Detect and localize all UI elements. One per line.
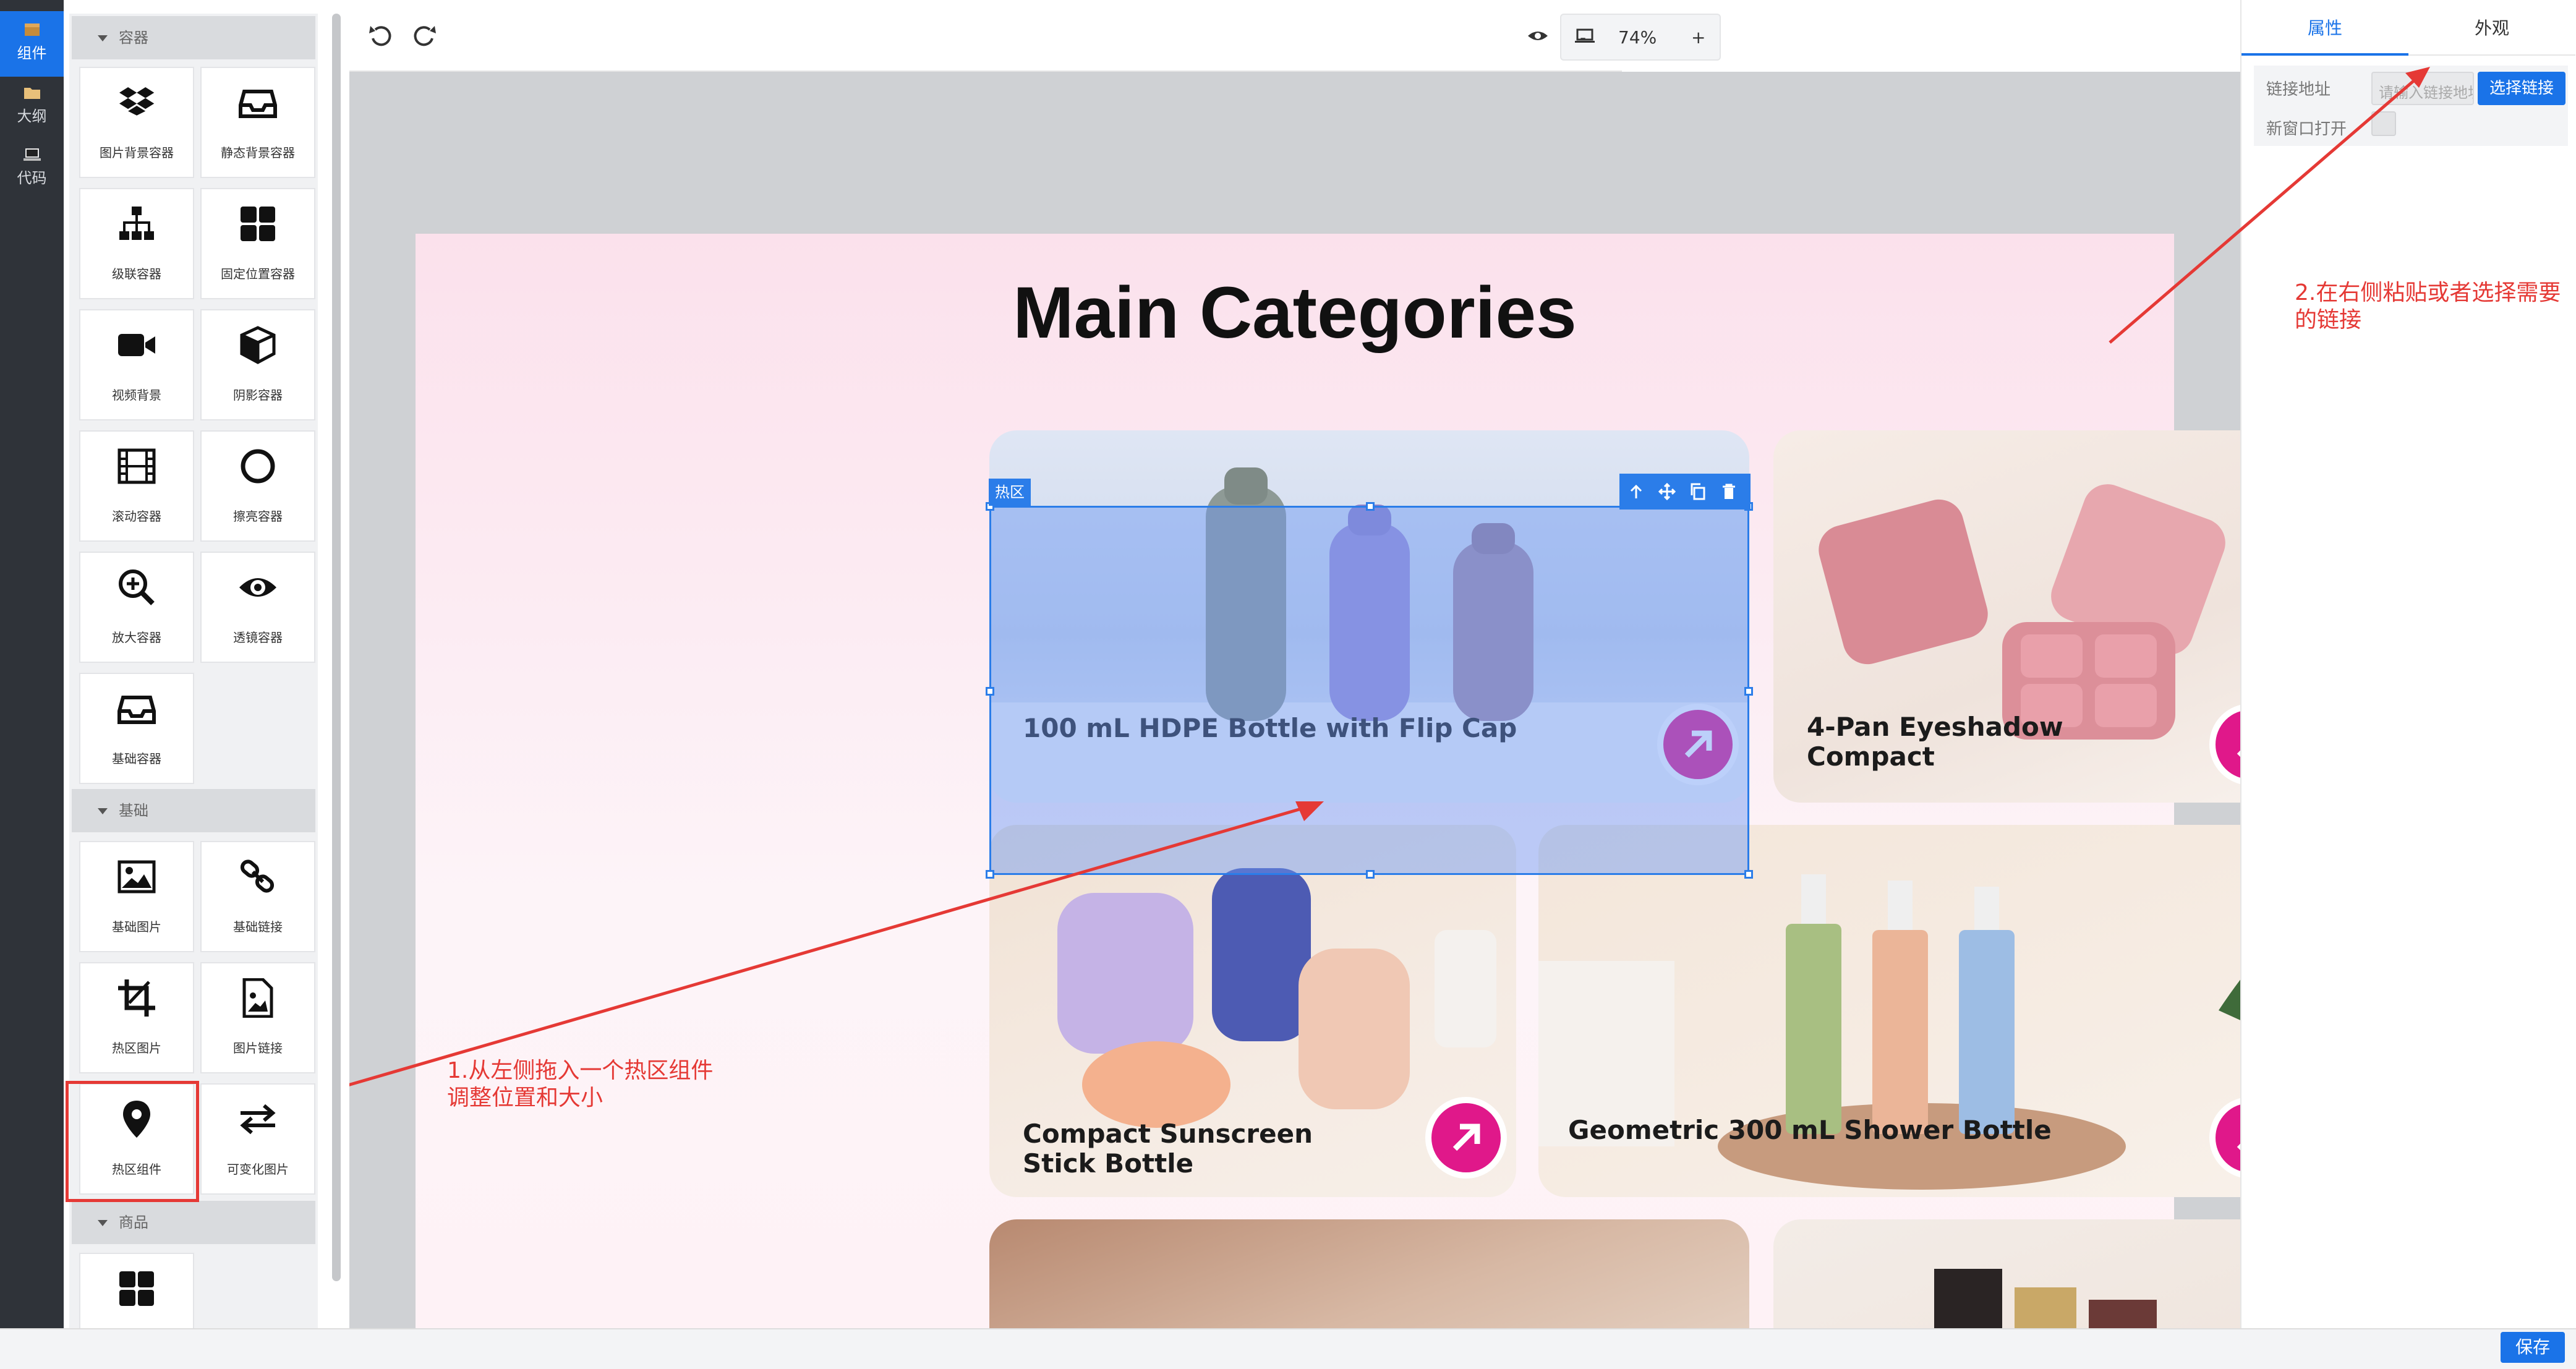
device-button[interactable] xyxy=(1566,17,1603,54)
file-image-icon xyxy=(242,978,273,1018)
undo-button[interactable] xyxy=(362,17,399,54)
rail-item-code[interactable]: 代码 xyxy=(0,142,64,198)
section-header-products[interactable]: 商品 xyxy=(72,1201,315,1244)
tile-label: 静态背景容器 xyxy=(221,145,295,160)
section-title: 容器 xyxy=(119,29,148,46)
laptop-icon xyxy=(1575,28,1595,43)
exchange-icon xyxy=(240,1104,276,1135)
inbox-icon xyxy=(239,90,277,118)
sitemap-icon xyxy=(119,207,154,240)
tile-hotzone-image[interactable]: 热区图片 xyxy=(79,962,194,1073)
preview-button[interactable] xyxy=(1519,17,1556,54)
tile-label: 擦亮容器 xyxy=(233,509,283,524)
annotation-line: 调整位置和大小 xyxy=(447,1085,603,1111)
dropbox-icon xyxy=(119,87,155,116)
tile-fixed-position-container[interactable]: 固定位置容器 xyxy=(200,188,315,299)
tile-shadow-container[interactable]: 阴影容器 xyxy=(200,309,315,420)
zoom-value: 74% xyxy=(1618,27,1657,48)
tile-label: 透镜容器 xyxy=(233,630,283,645)
tile-image-bg-container[interactable]: 图片背景容器 xyxy=(79,67,194,178)
tile-image-link[interactable]: 图片链接 xyxy=(200,962,315,1073)
left-rail: 组件 大纲 代码 xyxy=(0,0,64,1328)
tile-label: 阴影容器 xyxy=(233,388,283,403)
tile-product-grid[interactable] xyxy=(79,1253,194,1328)
redo-button[interactable] xyxy=(406,17,443,54)
tile-lens-container[interactable]: 透镜容器 xyxy=(200,552,315,663)
bottom-bar xyxy=(0,1328,2576,1369)
tile-basic-container[interactable]: 基础容器 xyxy=(79,673,194,784)
design-canvas: Main Categories 100 mL HDPE Bottle with … xyxy=(349,72,2240,1328)
annotation-line: 1.从左侧拖入一个热区组件 xyxy=(447,1058,714,1083)
tab-appearance[interactable]: 外观 xyxy=(2408,0,2575,56)
video-icon xyxy=(118,334,155,356)
link-icon xyxy=(240,859,275,893)
select-link-button[interactable]: 选择链接 xyxy=(2478,72,2565,105)
laptop-icon xyxy=(23,148,41,161)
rail-label-components: 组件 xyxy=(17,45,47,62)
tile-static-bg-container[interactable]: 静态背景容器 xyxy=(200,67,315,178)
rail-item-outline[interactable]: 大纲 xyxy=(0,80,64,136)
zoom-in-icon xyxy=(119,569,155,605)
tile-label: 图片背景容器 xyxy=(100,145,174,160)
circle-icon xyxy=(241,449,275,484)
redo-icon xyxy=(414,26,436,46)
hotzone-tile-highlight xyxy=(66,1081,199,1202)
tile-label: 可变化图片 xyxy=(227,1162,289,1177)
film-icon xyxy=(117,448,156,484)
tile-label: 级联容器 xyxy=(112,267,161,281)
grid-icon xyxy=(119,1271,154,1306)
section-header-containers[interactable]: 容器 xyxy=(72,16,315,59)
panel-scrollbar[interactable] xyxy=(332,14,341,1281)
eye-icon xyxy=(1528,32,1548,40)
tile-label: 放大容器 xyxy=(112,630,161,645)
crop-icon xyxy=(118,979,155,1017)
rail-label-code: 代码 xyxy=(17,169,47,187)
tile-label: 基础图片 xyxy=(112,919,161,934)
image-icon xyxy=(117,860,156,893)
annotation-step-1: 1.从左侧拖入一个热区组件 调整位置和大小 xyxy=(447,1057,713,1112)
tile-zoom-container[interactable]: 放大容器 xyxy=(79,552,194,663)
rail-label-outline: 大纲 xyxy=(17,108,47,125)
top-toolbar: - 74% + xyxy=(349,0,1721,72)
grid-icon xyxy=(241,207,275,241)
tile-label: 基础容器 xyxy=(112,751,161,766)
eye-icon xyxy=(239,578,276,597)
tile-basic-link[interactable]: 基础链接 xyxy=(200,841,315,952)
tile-label: 图片链接 xyxy=(233,1041,283,1056)
tile-label: 热区图片 xyxy=(112,1041,161,1056)
undo-icon xyxy=(369,26,391,46)
tile-label: 视频背景 xyxy=(112,388,161,403)
folder-icon xyxy=(23,88,40,99)
tile-variable-image[interactable]: 可变化图片 xyxy=(200,1083,315,1195)
zoom-in-button[interactable]: + xyxy=(1691,27,1705,48)
tile-cascade-container[interactable]: 级联容器 xyxy=(79,188,194,299)
section-title: 商品 xyxy=(119,1214,148,1231)
tile-video-bg[interactable]: 视频背景 xyxy=(79,309,194,420)
tile-basic-image[interactable]: 基础图片 xyxy=(79,841,194,952)
tile-label: 滚动容器 xyxy=(112,509,161,524)
save-button[interactable]: 保存 xyxy=(2501,1332,2565,1363)
annotation-arrow-right xyxy=(2109,67,2430,344)
annotation-arrows xyxy=(349,801,1324,1086)
tile-label: 基础链接 xyxy=(233,919,283,934)
tab-properties[interactable]: 属性 xyxy=(2241,0,2408,56)
box-icon xyxy=(24,23,40,36)
inbox-icon xyxy=(117,696,156,724)
tile-label: 固定位置容器 xyxy=(221,267,295,281)
section-header-basic[interactable]: 基础 xyxy=(72,789,315,832)
tile-shine-container[interactable]: 擦亮容器 xyxy=(200,430,315,542)
section-title: 基础 xyxy=(119,802,148,819)
rail-item-components[interactable]: 组件 xyxy=(0,11,64,77)
tile-scroll-container[interactable]: 滚动容器 xyxy=(79,430,194,542)
cube-icon xyxy=(240,326,276,364)
